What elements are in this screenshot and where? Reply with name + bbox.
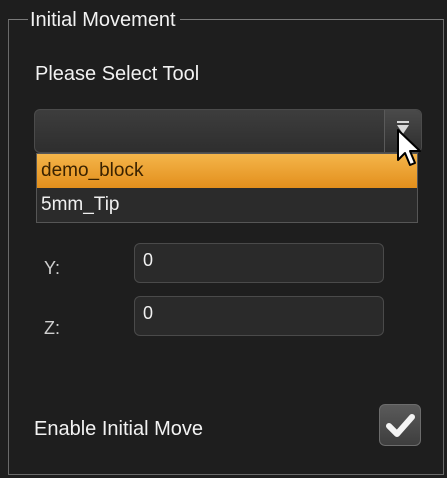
tool-combobox[interactable] — [34, 109, 422, 153]
dropdown-bar-icon — [397, 121, 409, 123]
tool-dropdown-list: demo_block 5mm_Tip — [36, 153, 418, 223]
enable-initial-move-checkbox[interactable] — [379, 404, 421, 446]
z-field[interactable]: 0 — [134, 296, 384, 336]
tool-option-demo-block[interactable]: demo_block — [37, 154, 417, 188]
z-label: Z: — [44, 318, 60, 338]
groupbox-title: Initial Movement — [28, 8, 180, 32]
y-label: Y: — [44, 258, 61, 278]
y-field[interactable]: 0 — [134, 243, 384, 283]
tool-option-5mm-tip[interactable]: 5mm_Tip — [37, 188, 417, 222]
enable-initial-move-label: Enable Initial Move — [34, 418, 203, 440]
mouse-cursor-icon — [397, 129, 421, 166]
checkmark-icon — [386, 414, 415, 437]
select-tool-prompt: Please Select Tool — [35, 63, 200, 85]
